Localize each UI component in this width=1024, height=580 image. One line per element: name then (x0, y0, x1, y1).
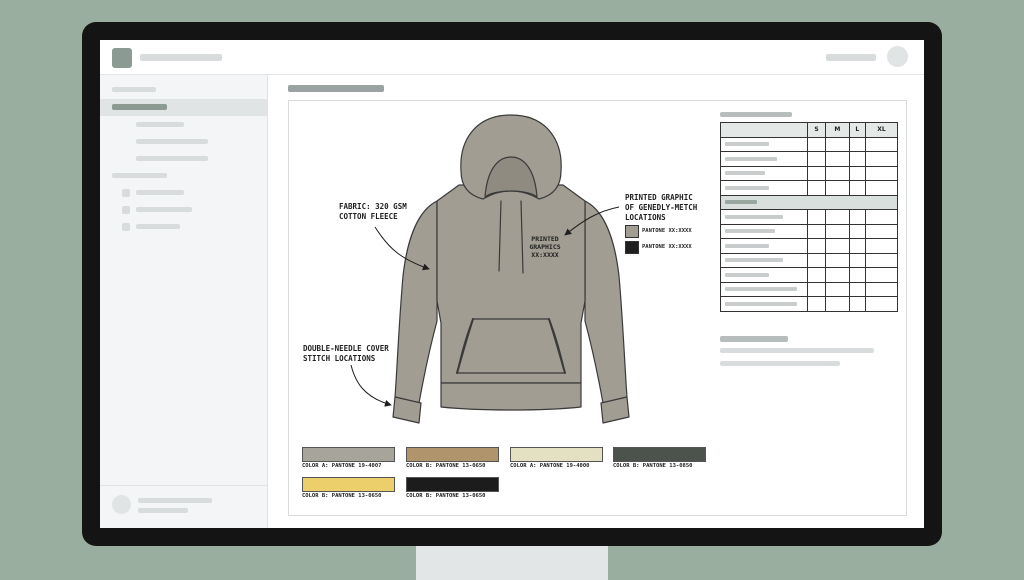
colorway-swatch-2[interactable] (406, 447, 499, 462)
app-title-placeholder (140, 54, 222, 61)
table-section-row (720, 194, 898, 210)
table-row (720, 151, 899, 167)
spec-header-row: S M L XL (720, 122, 899, 138)
tech-pack-panel: PRINTED GRAPHICS XX:XXXX FABRIC: 320 GSM… (288, 100, 907, 516)
monitor-stand (416, 540, 608, 580)
table-row (720, 223, 899, 239)
sidebar-subitem[interactable] (136, 224, 180, 229)
header-action-placeholder[interactable] (826, 54, 876, 61)
page-title-placeholder (288, 85, 384, 92)
kangaroo-pocket (456, 318, 566, 374)
profile-name-placeholder (138, 498, 212, 503)
waistband (440, 382, 582, 411)
stitch-annotation-line2: STITCH LOCATIONS (303, 354, 376, 363)
table-row (720, 267, 899, 283)
stitch-callout-arrow (350, 364, 392, 407)
profile-avatar[interactable] (112, 495, 131, 514)
spec-header-measure (720, 122, 808, 138)
print-graphic-line2: GRAPHICS (529, 243, 560, 251)
colorway-swatch-4[interactable] (613, 447, 706, 462)
notes-line (720, 348, 874, 353)
table-row (720, 136, 899, 152)
colorway-swatch-6[interactable] (406, 477, 499, 492)
table-row (720, 238, 899, 254)
notes-line (720, 361, 840, 366)
graphic-annotation-line3: LOCATIONS (625, 213, 666, 222)
graphic-annotation-line1: PRINTED GRAPHIC (625, 193, 693, 202)
pantone-label-2: PANTONE XX:XXXX (642, 244, 692, 250)
pantone-swatch-1 (625, 225, 639, 238)
pantone-label-1: PANTONE XX:XXXX (642, 228, 692, 234)
table-row (720, 296, 899, 312)
sidebar (100, 75, 268, 528)
size-header-xl: XL (864, 122, 899, 138)
table-row (720, 281, 899, 297)
colorway-label-4: COLOR B: PANTONE 13-0850 (613, 463, 693, 469)
size-header-s: S (806, 122, 827, 138)
colorway-label-6: COLOR B: PANTONE 13-0650 (406, 493, 486, 499)
stitch-annotation-line1: DOUBLE-NEEDLE COVER (303, 344, 389, 353)
size-spec-table: S M L XL (720, 122, 899, 312)
fabric-annotation-line2: COTTON FLEECE (339, 212, 398, 221)
table-row (720, 209, 899, 225)
sidebar-section-heading (112, 173, 167, 178)
sidebar-subitem[interactable] (136, 190, 184, 195)
colorway-swatch-5[interactable] (302, 477, 395, 492)
table-row (720, 180, 899, 196)
table-row (720, 165, 899, 181)
print-graphic-line3: XX:XXXX (531, 251, 558, 259)
table-row (720, 252, 899, 268)
sidebar-checkbox[interactable] (122, 206, 130, 214)
sidebar-checkbox[interactable] (122, 189, 130, 197)
fabric-annotation-line1: FABRIC: 320 GSM (339, 202, 407, 211)
sidebar-section-heading (112, 87, 156, 92)
colorway-label-5: COLOR B: PANTONE 13-0650 (302, 493, 382, 499)
graphic-annotation-line2: OF GENEDLY-METCH (625, 203, 698, 212)
colorway-swatch-3[interactable] (510, 447, 603, 462)
spec-table-heading (720, 112, 792, 117)
colorway-swatch-1[interactable] (302, 447, 395, 462)
sidebar-subitem[interactable] (136, 122, 184, 127)
print-graphic-line1: PRINTED (531, 235, 558, 243)
size-header-m: M (825, 122, 850, 138)
sidebar-item-active-label (112, 104, 167, 110)
colorway-label-2: COLOR B: PANTONE 13-0650 (406, 463, 486, 469)
right-sleeve (584, 200, 628, 404)
colorway-label-1: COLOR A: PANTONE 19-4007 (302, 463, 382, 469)
left-sleeve (394, 200, 438, 404)
sidebar-subitem[interactable] (136, 156, 208, 161)
top-bar (100, 40, 924, 75)
profile-role-placeholder (138, 508, 188, 513)
pantone-swatch-2 (625, 241, 639, 254)
colorway-label-3: COLOR A: PANTONE 19-4000 (510, 463, 590, 469)
sidebar-divider (100, 485, 267, 486)
sidebar-subitem[interactable] (136, 139, 208, 144)
app-window: PRINTED GRAPHICS XX:XXXX FABRIC: 320 GSM… (100, 40, 924, 528)
size-header-l: L (848, 122, 866, 138)
sidebar-subitem[interactable] (136, 207, 192, 212)
notes-heading (720, 336, 788, 342)
app-logo[interactable] (112, 48, 132, 68)
user-avatar[interactable] (887, 46, 908, 67)
sidebar-checkbox[interactable] (122, 223, 130, 231)
